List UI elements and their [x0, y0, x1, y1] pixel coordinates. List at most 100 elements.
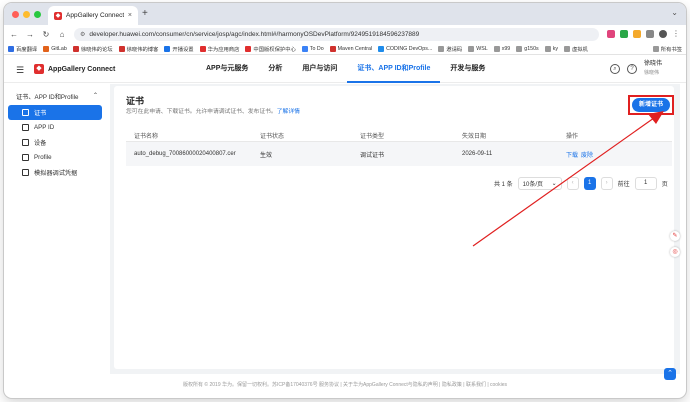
menu-kebab-icon[interactable]: ⋮ — [672, 30, 680, 38]
home-icon[interactable]: ⌂ — [58, 30, 66, 39]
table-row: auto_debug_70086000020400807.cer 生效 调试证书 20… — [126, 142, 672, 166]
app-header: ☰ ◆ AppGallery Connect APP与元服务 分析 用户与访问 证书、… — [4, 56, 686, 83]
extension-icon[interactable] — [607, 30, 615, 38]
browser-tab-active[interactable]: ◆ AppGallery Connect × — [48, 6, 138, 25]
bookmark-item[interactable]: 邀请码 — [438, 45, 462, 53]
certificate-panel: 证书 您可在此申请、下载证书。允许申请调试证书、发布证书。了解详情 新增证书 证… — [114, 86, 674, 369]
cell-type: 调试证书 — [360, 152, 385, 159]
sidebar-item[interactable]: 模拟器调试凭据 — [4, 165, 104, 180]
bookmarks-bar: 百度翻译 GitLab 徐晓伟的论坛 徐晓伟的博客 开播设置 华为应用商店 中国版权保护中心… — [4, 43, 686, 55]
tab-close-icon[interactable]: × — [128, 12, 132, 19]
bookmark-favicon-icon — [563, 45, 570, 52]
top-nav-item[interactable]: 用户与访问 — [292, 56, 347, 83]
sidebar-item-label: 设备 — [34, 140, 47, 147]
brand[interactable]: ◆ AppGallery Connect — [34, 64, 115, 74]
sidebar-group[interactable]: 证书、APP ID和Profile ⌃ — [4, 84, 104, 105]
bookmark-favicon-icon — [8, 45, 14, 52]
top-nav-item[interactable]: 证书、APP ID和Profile — [347, 56, 441, 83]
user-name: 徐晓伟 — [643, 61, 662, 67]
bookmark-item[interactable]: GitLab — [43, 45, 67, 52]
page-size-select[interactable]: 10条/页 ⌄ — [517, 177, 562, 190]
bookmark-label: 中国版权保护中心 — [253, 46, 296, 53]
minimize-window-button[interactable] — [23, 11, 30, 18]
column-header: 操作 — [566, 134, 579, 140]
cell-expiry: 2026-09-11 — [462, 151, 493, 157]
bookmark-favicon-icon — [199, 45, 206, 52]
window-controls — [12, 11, 41, 18]
bookmark-favicon-icon — [72, 45, 79, 52]
bookmark-item[interactable]: To Do — [301, 45, 324, 52]
close-window-button[interactable] — [12, 11, 19, 18]
certificate-table: 证书名称 证书状态 证书类型 失效日期 操作 auto_debug_7008600002… — [126, 130, 672, 166]
help-icon[interactable]: ? — [626, 64, 637, 74]
reload-icon[interactable]: ↻ — [42, 30, 50, 39]
tab-search-icon[interactable]: ⌄ — [671, 8, 678, 17]
revoke-link[interactable]: 废除 — [581, 153, 593, 159]
bookmark-item[interactable]: ky — [544, 45, 558, 52]
bookmark-item[interactable]: 虚拟机 — [563, 45, 588, 53]
shield-extension-icon[interactable] — [620, 30, 628, 38]
next-page-button[interactable]: › — [600, 177, 613, 190]
current-page[interactable]: 1 — [583, 177, 596, 190]
forward-icon[interactable]: → — [26, 30, 34, 39]
sidebar-item-icon — [22, 169, 29, 176]
header-actions: ⌕ ? 徐晓伟 徐晓伟 — [609, 60, 662, 78]
top-nav-item[interactable]: APP与元服务 — [196, 56, 258, 83]
bookmark-label: 开播设置 — [172, 46, 194, 53]
bookmark-item[interactable]: Maven Central — [329, 45, 373, 52]
pagination: 共 1 条 10条/页 ⌄ ‹ 1 › 前往 1 页 — [494, 177, 668, 190]
sidebar-item[interactable]: 设备 — [4, 135, 104, 150]
site-info-icon[interactable]: ⚙ — [80, 31, 85, 38]
prev-page-button[interactable]: ‹ — [566, 177, 579, 190]
sidebar-item-icon — [22, 139, 29, 146]
sidebar-item[interactable]: Profile — [4, 150, 104, 165]
all-bookmarks-button[interactable]: 所有书签 — [652, 45, 682, 53]
user-menu[interactable]: 徐晓伟 徐晓伟 — [644, 60, 662, 78]
chevron-up-icon: ⌃ — [92, 92, 98, 99]
extension-icon[interactable] — [633, 30, 641, 38]
back-to-top-icon[interactable]: ⌃ — [664, 368, 676, 380]
maximize-window-button[interactable] — [34, 11, 41, 18]
sidebar-item[interactable]: 证书 — [8, 105, 102, 120]
learn-more-link[interactable]: 了解详情 — [277, 109, 300, 115]
profile-avatar-icon[interactable] — [659, 30, 667, 38]
sidebar-item-label: 证书 — [34, 110, 47, 117]
bookmark-item[interactable]: x99 — [493, 45, 511, 52]
bookmark-item[interactable]: 华为应用商店 — [199, 45, 239, 53]
sidebar-item-icon — [22, 124, 29, 131]
bookmark-label: To Do — [309, 45, 324, 52]
new-tab-button[interactable]: + — [142, 8, 148, 19]
bookmark-item[interactable]: g150s — [516, 45, 539, 52]
download-link[interactable]: 下载 — [566, 153, 578, 159]
bookmark-favicon-icon — [245, 45, 252, 52]
sidebar-item[interactable]: APP ID — [4, 120, 104, 135]
sidebar-item-icon — [22, 109, 29, 116]
puzzle-icon[interactable] — [646, 30, 654, 38]
floating-feedback-icon[interactable]: ✎ — [670, 231, 680, 241]
bookmark-label: x99 — [501, 45, 511, 52]
address-bar[interactable]: ⚙ developer.huawei.com/consumer/cn/servi… — [74, 27, 599, 41]
bookmark-item[interactable]: 开播设置 — [164, 45, 194, 53]
page-description: 您可在此申请、下载证书。允许申请调试证书、发布证书。了解详情 — [126, 106, 300, 115]
bookmark-item[interactable]: 中国版权保护中心 — [245, 45, 296, 53]
bookmark-favicon-icon — [301, 45, 308, 52]
bookmark-label: 徐晓伟的论坛 — [80, 46, 113, 53]
bookmark-favicon-icon — [544, 45, 551, 52]
bookmark-item[interactable]: 徐晓伟的论坛 — [72, 45, 113, 53]
hamburger-menu-icon[interactable]: ☰ — [16, 65, 24, 76]
bookmark-item[interactable]: CODING DevOps... — [378, 45, 432, 52]
top-nav-item[interactable]: 分析 — [258, 56, 292, 83]
bookmark-item[interactable]: WSL — [468, 45, 488, 52]
floating-service-icon[interactable]: ◎ — [670, 247, 680, 257]
bookmark-item[interactable]: 徐晓伟的博客 — [118, 45, 158, 53]
bookmark-label: Maven Central — [337, 45, 373, 52]
goto-page-input[interactable]: 1 — [634, 177, 657, 190]
page-footer: 版权所有 © 2019 华为。保留一切权利。苏ICP备17040376号 服务协… — [183, 382, 507, 388]
search-icon[interactable]: ⌕ — [609, 64, 620, 74]
new-certificate-button[interactable]: 新增证书 — [632, 98, 670, 112]
top-nav-item[interactable]: 开发与服务 — [440, 56, 495, 83]
bookmark-item[interactable]: 百度翻译 — [8, 45, 37, 53]
back-icon[interactable]: ← — [10, 30, 18, 39]
huawei-logo-icon: ◆ — [34, 64, 44, 74]
column-header: 证书类型 — [360, 134, 385, 140]
